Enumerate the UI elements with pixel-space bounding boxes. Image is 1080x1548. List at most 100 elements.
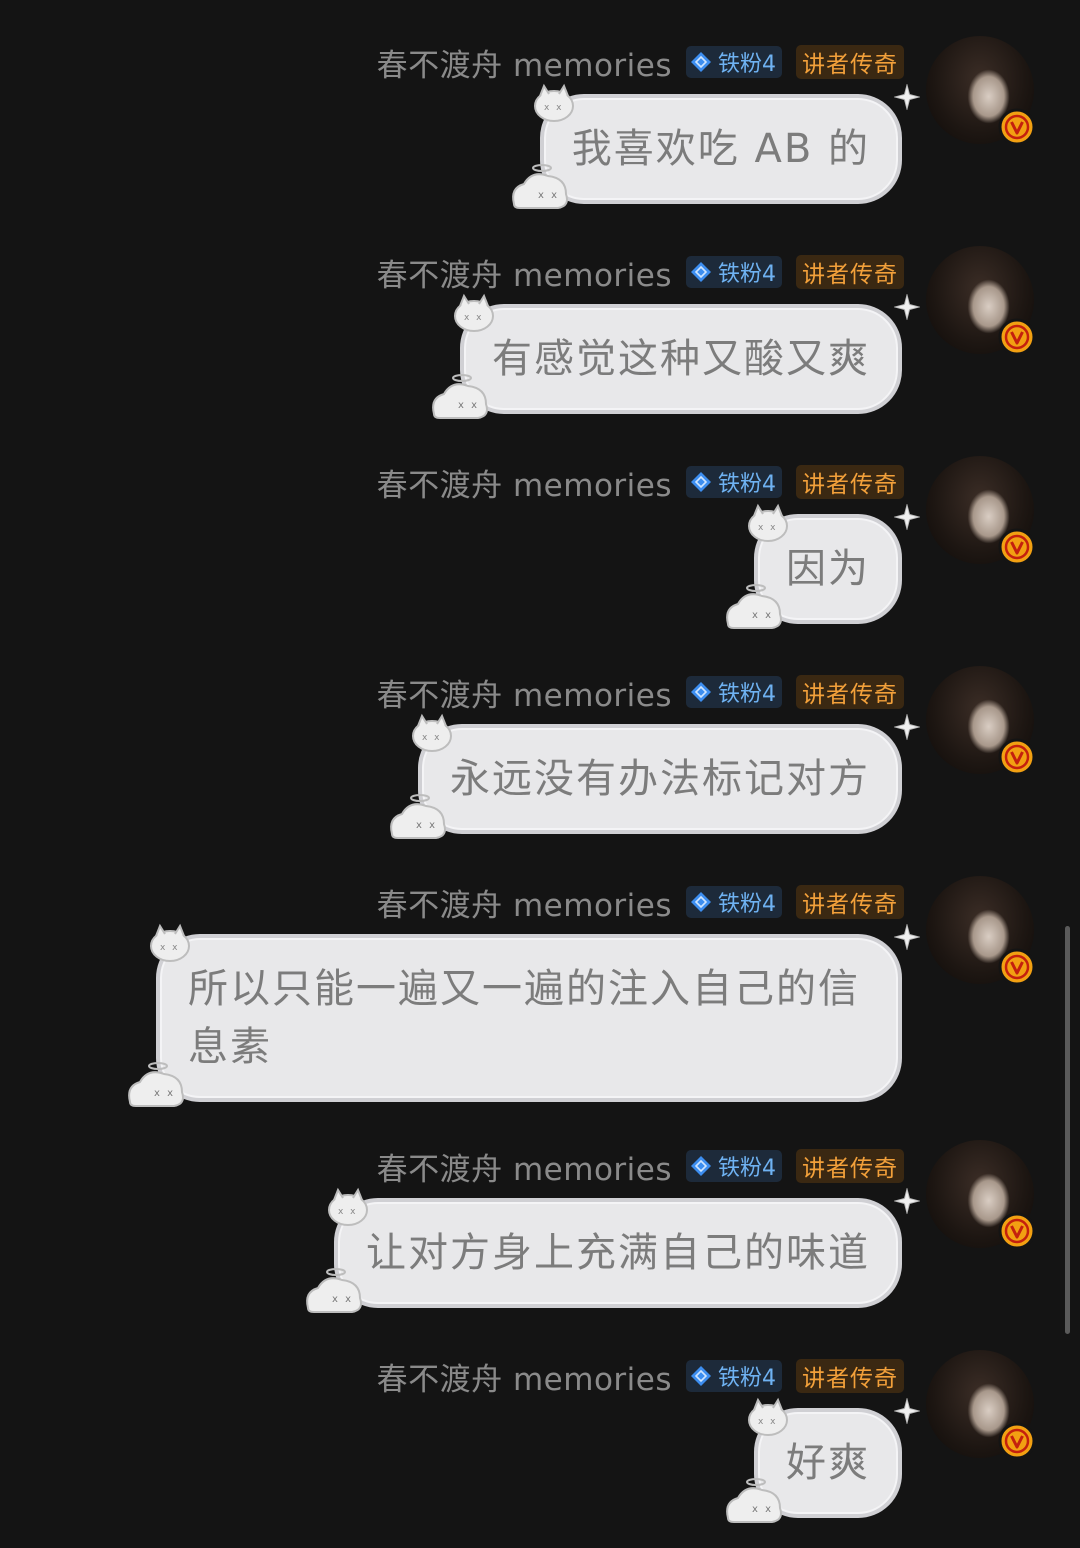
level-badge[interactable]: 讲者传奇 [796,45,904,79]
avatar[interactable] [926,36,1036,146]
svg-text:x x: x x [458,400,479,411]
fan-badge[interactable]: 铁粉4 [686,46,782,78]
v-verified-icon [998,738,1036,776]
message-header: 春不渡舟 memories 铁粉4 讲者传奇 [377,40,904,85]
chat-thread: 春不渡舟 memories 铁粉4 讲者传奇 我喜欢吃 AB 的 x x x x [0,0,1080,1548]
svg-text:x x: x x [332,1294,353,1305]
cat-blob-icon: x x [328,1187,368,1226]
fan-badge-label: 铁粉4 [718,892,776,917]
level-badge[interactable]: 讲者传奇 [796,675,904,709]
v-verified-icon [998,528,1036,566]
message-text: 所以只能一遍又一遍的注入自己的信息素 [188,966,860,1070]
svg-text:x x: x x [544,103,564,113]
avatar[interactable] [926,246,1036,356]
avatar[interactable] [926,1350,1036,1460]
fan-badge[interactable]: 铁粉4 [686,1150,782,1182]
level-badge[interactable]: 讲者传奇 [796,465,904,499]
fan-badge-label: 铁粉4 [718,1156,776,1181]
level-badge-label: 讲者传奇 [802,1366,898,1392]
cat-blob-icon: x x [726,1478,782,1523]
message-bubble[interactable]: 我喜欢吃 AB 的 x x x x [511,83,920,209]
sender-name[interactable]: 春不渡舟 memories [377,460,672,505]
diamond-icon [691,1156,711,1176]
diamond-icon [691,1366,711,1386]
message-bubble[interactable]: 好爽 x x x x [726,1397,920,1523]
message-bubble[interactable]: 让对方身上充满自己的味道 x x x x [306,1187,920,1313]
message-text: 好爽 [786,1440,870,1486]
v-verified-icon [998,318,1036,356]
message-header: 春不渡舟 memories 铁粉4 讲者传奇 [377,1354,904,1399]
cat-blob-icon: x x [748,503,788,542]
svg-text:x x: x x [758,1417,778,1427]
fan-badge-label: 铁粉4 [718,52,776,77]
level-badge[interactable]: 讲者传奇 [796,885,904,919]
message-text: 我喜欢吃 AB 的 [571,126,870,172]
sender-name[interactable]: 春不渡舟 memories [377,670,672,715]
sender-name[interactable]: 春不渡舟 memories [377,250,672,295]
sender-name[interactable]: 春不渡舟 memories [377,880,672,925]
fan-badge-label: 铁粉4 [718,682,776,707]
level-badge-label: 讲者传奇 [802,682,898,708]
message-bubble-wrap: 我喜欢吃 AB 的 x x x x [511,83,920,209]
level-badge-label: 讲者传奇 [802,52,898,78]
cat-blob-icon: x x [533,83,574,122]
message-text: 让对方身上充满自己的味道 [366,1230,870,1276]
scrollbar[interactable] [1065,926,1070,1334]
svg-text:x x: x x [464,313,484,323]
avatar[interactable] [926,666,1036,776]
fan-badge[interactable]: 铁粉4 [686,1360,782,1392]
avatar[interactable] [926,876,1036,986]
svg-text:x x: x x [338,1207,358,1217]
diamond-icon [691,892,711,912]
fan-badge-label: 铁粉4 [718,472,776,497]
cat-blob-icon: x x [748,1397,788,1436]
sparkle-icon [894,1188,920,1214]
v-verified-icon [998,1212,1036,1250]
message-header: 春不渡舟 memories 铁粉4 讲者传奇 [377,880,904,925]
cat-blob-icon: x x [390,794,446,839]
sparkle-icon [894,294,920,320]
sender-name[interactable]: 春不渡舟 memories [377,40,672,85]
sparkle-icon [894,714,920,740]
message-header: 春不渡舟 memories 铁粉4 讲者传奇 [377,250,904,295]
level-badge-label: 讲者传奇 [802,472,898,498]
message-header: 春不渡舟 memories 铁粉4 讲者传奇 [377,1144,904,1189]
sender-name[interactable]: 春不渡舟 memories [377,1354,672,1399]
svg-text:x x: x x [422,733,442,743]
avatar[interactable] [926,1140,1036,1250]
sparkle-icon [894,1398,920,1424]
diamond-icon [691,262,711,282]
fan-badge[interactable]: 铁粉4 [686,256,782,288]
cat-blob-icon: x x [306,1268,362,1313]
message-bubble[interactable]: 有感觉这种又酸又爽 x x x x [432,293,920,419]
level-badge-label: 讲者传奇 [802,262,898,288]
message-header: 春不渡舟 memories 铁粉4 讲者传奇 [377,670,904,715]
cat-blob-icon: x x [454,293,494,332]
message-bubble[interactable]: 因为 x x x x [726,503,920,629]
cat-blob-icon: x x [128,1062,184,1107]
message-header: 春不渡舟 memories 铁粉4 讲者传奇 [377,460,904,505]
level-badge[interactable]: 讲者传奇 [796,255,904,289]
v-verified-icon [998,1422,1036,1460]
sparkle-icon [894,504,920,530]
level-badge[interactable]: 讲者传奇 [796,1359,904,1393]
cat-blob-icon: x x [412,713,452,752]
svg-text:x x: x x [538,190,559,201]
avatar[interactable] [926,456,1036,566]
svg-text:x x: x x [758,523,778,533]
message-bubble[interactable]: 永远没有办法标记对方 x x x x [390,713,920,839]
fan-badge[interactable]: 铁粉4 [686,466,782,498]
message-bubble-wrap: 有感觉这种又酸又爽 x x x x [432,293,920,419]
cat-blob-icon: x x [726,584,782,629]
message-bubble[interactable]: 所以只能一遍又一遍的注入自己的信息素 x x x x [128,923,920,1107]
sender-name[interactable]: 春不渡舟 memories [377,1144,672,1189]
level-badge[interactable]: 讲者传奇 [796,1149,904,1183]
svg-text:x x: x x [154,1088,175,1099]
message-bubble-wrap: 所以只能一遍又一遍的注入自己的信息素 x x x x [128,923,920,1107]
cat-blob-icon: x x [511,164,568,209]
message-bubble-wrap: 让对方身上充满自己的味道 x x x x [306,1187,920,1313]
fan-badge[interactable]: 铁粉4 [686,886,782,918]
fan-badge-label: 铁粉4 [718,1366,776,1391]
message-bubble-wrap: 因为 x x x x [726,503,920,629]
fan-badge[interactable]: 铁粉4 [686,676,782,708]
